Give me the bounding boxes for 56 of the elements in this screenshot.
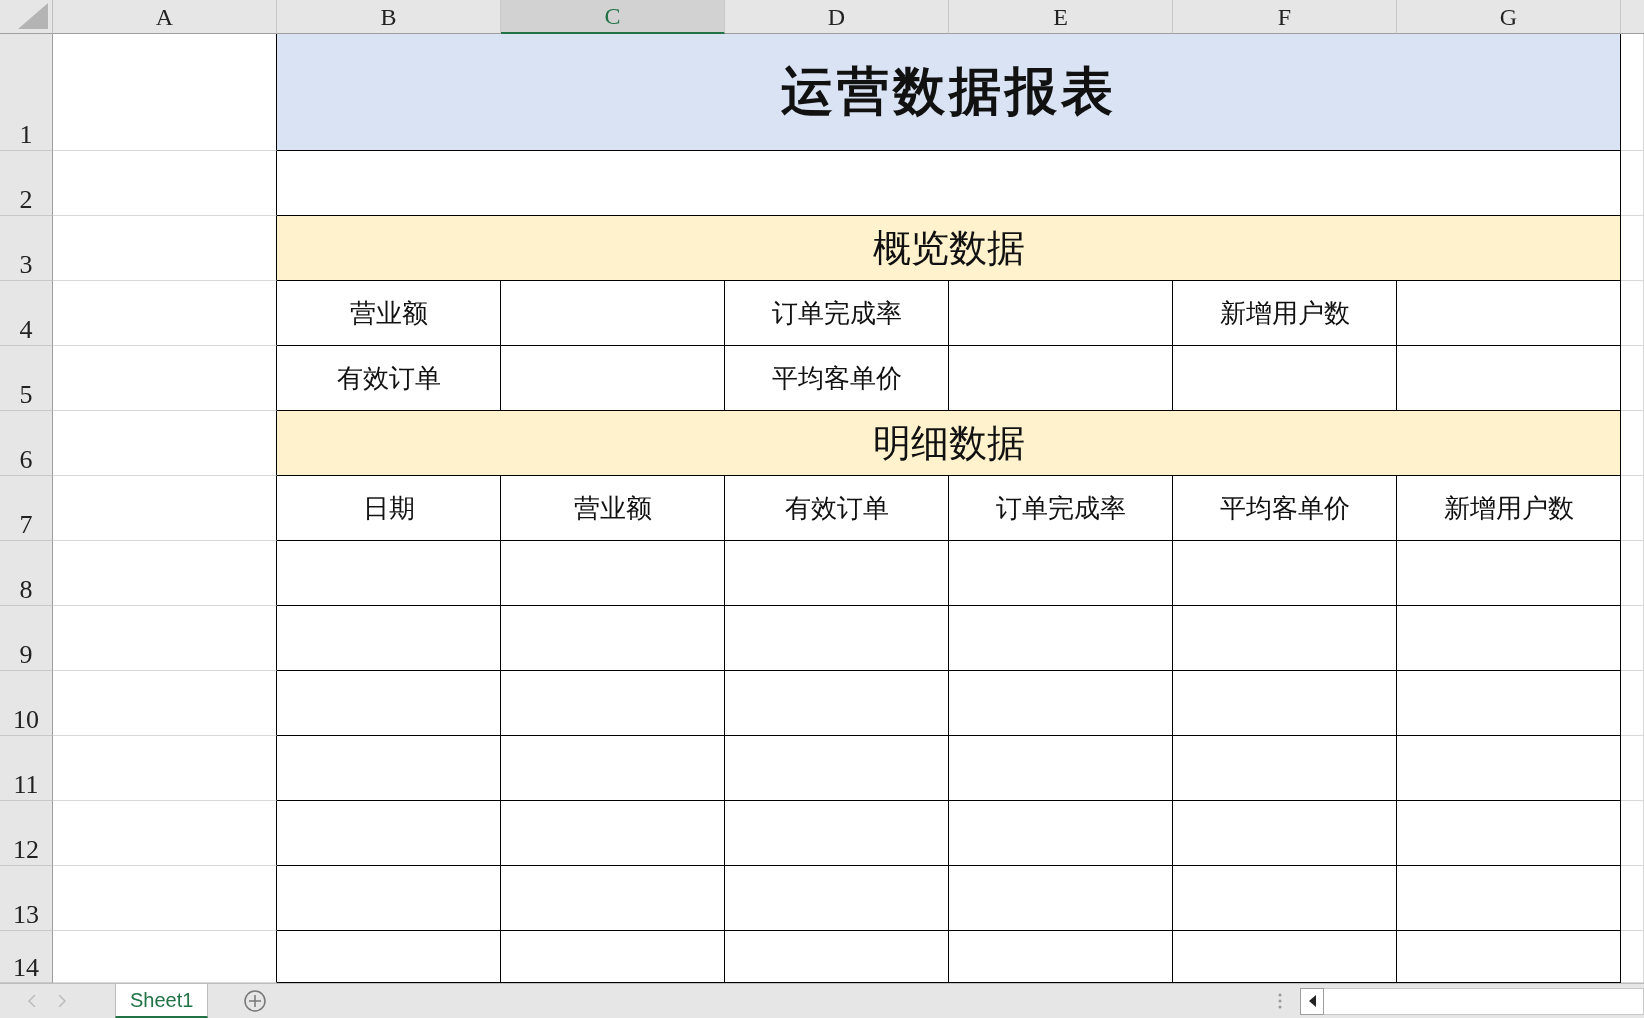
table-cell: 订单完成率 (949, 476, 1173, 541)
sheet-tab[interactable]: Sheet1 (115, 984, 209, 1018)
table-cell: 营业额 (501, 476, 725, 541)
add-sheet-icon[interactable] (244, 990, 267, 1012)
column-header[interactable]: E (949, 0, 1173, 34)
column-header[interactable]: B (277, 0, 501, 34)
column-header[interactable]: D (725, 0, 949, 34)
sheet-cell (1621, 541, 1644, 606)
sheet-cell (1621, 736, 1644, 801)
sheet-cell (1621, 671, 1644, 736)
row-header[interactable]: 14 (0, 931, 53, 983)
section-heading: 概览数据 (277, 216, 1621, 281)
scroll-right-icon (58, 995, 66, 1007)
table-cell: 日期 (277, 476, 501, 541)
row-header[interactable]: 5 (0, 346, 53, 411)
scroll-left-icon (28, 995, 36, 1007)
row-header[interactable]: 6 (0, 411, 53, 476)
row-header[interactable]: 1 (0, 34, 53, 151)
sheet-cell (1621, 346, 1644, 411)
row-header[interactable]: 3 (0, 216, 53, 281)
sheet-cell (1621, 606, 1644, 671)
sheet-cell (1621, 411, 1644, 476)
horizontal-scrollbar[interactable] (1324, 987, 1644, 1015)
table-cell: 营业额 (277, 281, 501, 346)
scroll-left-button[interactable] (1300, 987, 1324, 1015)
column-header[interactable]: G (1397, 0, 1621, 34)
report-title: 运营数据报表 (277, 34, 1621, 151)
sheet-cell (1621, 151, 1644, 216)
splitter-handle-icon[interactable] (1278, 993, 1282, 1009)
row-header[interactable]: 2 (0, 151, 53, 216)
row-header[interactable]: 9 (0, 606, 53, 671)
row-header[interactable]: 7 (0, 476, 53, 541)
column-header-filler (1621, 0, 1644, 34)
table-cell: 新增用户数 (1397, 476, 1621, 541)
row-header[interactable]: 8 (0, 541, 53, 606)
row-header[interactable]: 12 (0, 801, 53, 866)
column-header[interactable]: A (53, 0, 277, 34)
table-cell: 订单完成率 (725, 281, 949, 346)
sheet-cell (1621, 476, 1644, 541)
caret-left-icon (1308, 995, 1316, 1007)
row-header[interactable]: 13 (0, 866, 53, 931)
table-cell: 有效订单 (725, 476, 949, 541)
row-header[interactable]: 10 (0, 671, 53, 736)
sheet-cell (1621, 866, 1644, 931)
column-header[interactable]: F (1173, 0, 1397, 34)
section-heading: 明细数据 (277, 411, 1621, 476)
triangle-icon (18, 3, 48, 29)
sheet-cell (1621, 281, 1644, 346)
row-header[interactable]: 4 (0, 281, 53, 346)
select-all-corner[interactable] (0, 0, 53, 34)
sheet-cell (1621, 216, 1644, 281)
sheet-cell (1621, 801, 1644, 866)
row-header[interactable]: 11 (0, 736, 53, 801)
table-cell: 平均客单价 (1173, 476, 1397, 541)
table-cell: 新增用户数 (1173, 281, 1397, 346)
column-header[interactable]: C (501, 0, 725, 34)
